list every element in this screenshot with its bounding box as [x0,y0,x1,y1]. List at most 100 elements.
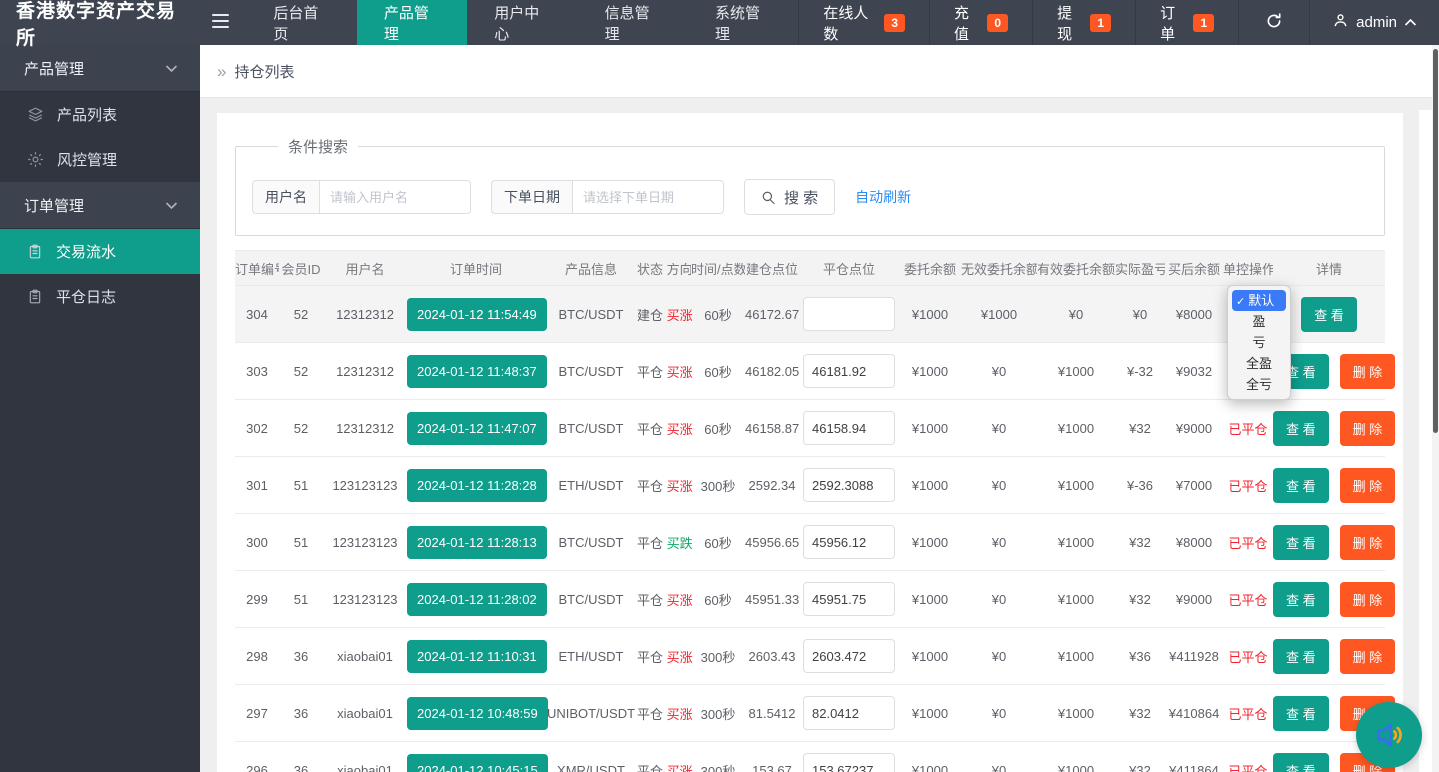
delete-button[interactable]: 删 除 [1340,525,1396,560]
stat-item-3[interactable]: 订单1 [1135,0,1238,45]
delete-button[interactable]: 删 除 [1340,468,1396,503]
close-point-input[interactable] [803,411,895,445]
view-button[interactable]: 查 看 [1273,468,1329,503]
after-balance-cell: ¥9000 [1165,400,1223,457]
table-row: 300511231231232024-01-12 11:28:13BTC/USD… [235,514,1385,571]
sidebar-group-1[interactable]: 订单管理 [0,182,200,229]
order-date-input[interactable] [572,180,724,214]
sidebar: 产品管理产品列表风控管理订单管理交易流水平仓日志 [0,45,200,772]
direction-label: 买涨 [667,650,693,665]
search-button[interactable]: 搜 索 [744,179,835,215]
valid-entrust-cell: ¥1000 [1037,457,1115,514]
nav-item-3[interactable]: 信息管理 [578,0,688,45]
nav-item-1[interactable]: 产品管理 [357,0,467,45]
order-time-button[interactable]: 2024-01-12 11:48:37 [407,355,547,388]
view-button[interactable]: 查 看 [1273,639,1329,674]
order-time-button[interactable]: 2024-01-12 11:47:07 [407,412,547,445]
column-header-5: 状态 方向 [637,251,691,286]
open-point-cell: 153.67 [745,742,799,772]
sidebar-group-label: 产品管理 [24,58,84,79]
close-point-input[interactable] [803,525,895,559]
sidebar-item-1-1[interactable]: 平仓日志 [0,274,200,319]
order-time-button[interactable]: 2024-01-12 10:48:59 [407,697,548,730]
dropdown-option-3[interactable]: 全盈 [1232,353,1286,374]
view-button[interactable]: 查 看 [1273,582,1329,617]
sidebar-item-0-1[interactable]: 风控管理 [0,137,200,182]
stat-item-1[interactable]: 充值0 [929,0,1032,45]
delete-button[interactable]: 删 除 [1340,354,1396,389]
order-time-button[interactable]: 2024-01-12 11:28:13 [407,526,547,559]
sidebar-group-0[interactable]: 产品管理 [0,45,200,92]
dropdown-option-0[interactable]: ✓默认 [1232,290,1286,311]
entrust-balance-cell: ¥1000 [899,628,961,685]
delete-button[interactable]: 删 除 [1340,639,1396,674]
order-date-label: 下单日期 [491,180,572,214]
delete-button[interactable]: 删 除 [1340,411,1396,446]
order-time-button[interactable]: 2024-01-12 11:28:02 [407,583,547,616]
period-cell: 300秒 [691,742,745,772]
control-cell: 已平仓 [1223,400,1273,457]
nav-item-0[interactable]: 后台首页 [246,0,356,45]
sidebar-item-1-0[interactable]: 交易流水 [0,229,200,274]
product-cell: BTC/USDT [545,286,637,343]
view-button[interactable]: 查 看 [1273,411,1329,446]
column-header-0: 订单编号 [235,251,279,286]
invalid-entrust-cell: ¥1000 [961,286,1037,343]
profit-cell: ¥32 [1115,571,1165,628]
after-balance-cell: ¥411928 [1165,628,1223,685]
close-point-input[interactable] [803,297,895,331]
delete-button[interactable]: 删 除 [1340,582,1396,617]
menu-toggle-button[interactable] [194,0,246,45]
open-point-cell: 46172.67 [745,286,799,343]
close-point-input[interactable] [803,753,895,772]
product-cell: BTC/USDT [545,514,637,571]
close-point-input[interactable] [803,354,895,388]
dropdown-option-2[interactable]: 亏 [1232,332,1286,353]
close-point-input[interactable] [803,582,895,616]
dropdown-option-4[interactable]: 全亏 [1232,374,1286,395]
view-button[interactable]: 查 看 [1273,696,1329,731]
close-point-input[interactable] [803,639,895,673]
username-input[interactable] [319,180,471,214]
table-row: 30452123123122024-01-12 11:54:49BTC/USDT… [235,286,1385,343]
column-header-1: 会员ID [279,251,323,286]
stat-item-0[interactable]: 在线人数3 [798,0,929,45]
order-time-button[interactable]: 2024-01-12 11:28:28 [407,469,547,502]
closed-status-label: 已平仓 [1228,479,1267,494]
close-point-input[interactable] [803,696,895,730]
order-time-button[interactable]: 2024-01-12 11:54:49 [407,298,547,331]
view-button[interactable]: 查 看 [1301,297,1357,332]
period-cell: 60秒 [691,571,745,628]
sidebar-item-0-0[interactable]: 产品列表 [0,92,200,137]
user-menu[interactable]: admin [1309,0,1439,45]
nav-item-4[interactable]: 系统管理 [688,0,798,45]
profit-cell: ¥0 [1115,286,1165,343]
nav-item-2[interactable]: 用户中心 [467,0,577,45]
view-button[interactable]: 查 看 [1273,753,1329,772]
invalid-entrust-cell: ¥0 [961,628,1037,685]
username-cell: xiaobai01 [323,742,407,772]
order-time-button[interactable]: 2024-01-12 10:45:15 [407,754,548,772]
order-time-button[interactable]: 2024-01-12 11:10:31 [407,640,547,673]
column-header-10: 无效委托余额 [961,251,1037,286]
scrollbar-track[interactable] [1432,45,1439,772]
column-header-9: 委托余额 [899,251,961,286]
app-logo: 香港数字资产交易所 [0,0,194,45]
stat-item-2[interactable]: 提现1 [1032,0,1135,45]
refresh-button[interactable] [1238,0,1309,45]
table-row: 29836xiaobai012024-01-12 11:10:31ETH/USD… [235,628,1385,685]
dropdown-option-1[interactable]: 盈 [1232,311,1286,332]
scrollbar-thumb[interactable] [1433,49,1438,433]
column-header-14: 单控操作 [1223,251,1273,286]
view-button[interactable]: 查 看 [1273,525,1329,560]
open-point-cell: 81.5412 [745,685,799,742]
state-direction-cell: 平仓 买涨 [637,571,691,628]
sound-notification-button[interactable] [1356,702,1422,768]
username-cell: 123123123 [323,514,407,571]
stat-label: 提现 [1057,2,1082,44]
auto-refresh-link[interactable]: 自动刷新 [855,187,911,207]
sidebar-item-label: 风控管理 [57,149,117,170]
close-point-input[interactable] [803,468,895,502]
direction-label: 买跌 [667,536,693,551]
sidebar-group-label: 订单管理 [24,195,84,216]
